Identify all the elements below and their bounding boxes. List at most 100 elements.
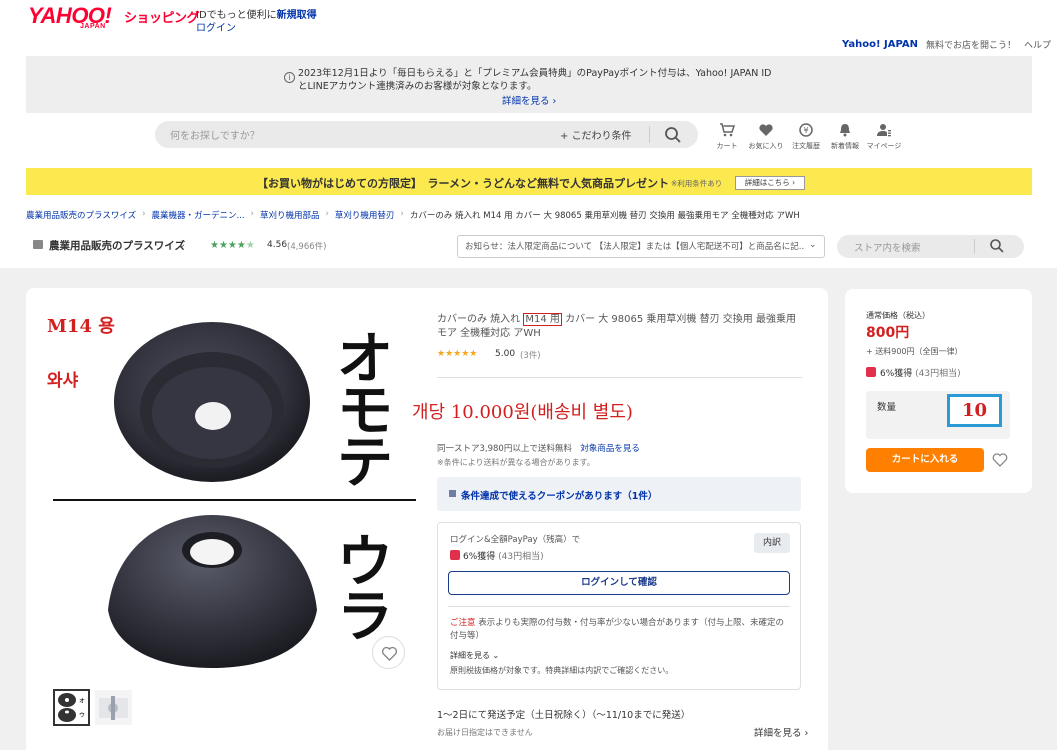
coupon-icon: [449, 490, 456, 497]
search-icon[interactable]: [663, 125, 683, 145]
washer-back-image[interactable]: [105, 510, 320, 670]
washer-front-image[interactable]: [105, 318, 320, 488]
heart-icon: [746, 122, 786, 138]
breadcrumb-item[interactable]: 農業機器・ガーデニン...: [151, 209, 244, 221]
search-divider: [649, 126, 650, 143]
nav-mypage-label: マイページ: [866, 142, 902, 150]
caution-label: ご注意: [450, 618, 476, 628]
shopping-logo[interactable]: ショッピング: [124, 7, 200, 26]
breadcrumb-item[interactable]: 農業用品販売のプラスワイズ: [26, 209, 136, 221]
store-search-divider: [974, 239, 975, 254]
quantity-input[interactable]: 10: [947, 394, 1002, 427]
register-link[interactable]: 新規取得: [277, 10, 317, 21]
chevron-right-icon: ›: [400, 209, 404, 219]
store-search-placeholder: ストア内を検索: [854, 243, 921, 254]
login-link[interactable]: ログイン: [196, 19, 236, 34]
delivery-detail-link[interactable]: 詳細を見る ›: [754, 725, 808, 739]
nav-news[interactable]: 新着情報: [825, 122, 865, 151]
product-title: カバーのみ 焼入れ M14 用 カバー 大 98065 乗用草刈機 替刃 交換用…: [437, 313, 802, 341]
product-title-highlight: M14 用: [523, 313, 562, 326]
chevron-right-icon: ›: [325, 209, 329, 219]
tax-note: 原則税抜価格が対象です。特典詳細は内訳でご確認ください。: [450, 666, 674, 675]
history-icon: ¥: [786, 122, 826, 138]
nav-history[interactable]: ¥ 注文履歴: [786, 122, 826, 151]
product-rating-stars: ★★★★★: [437, 349, 478, 359]
favorite-button[interactable]: [372, 636, 405, 669]
paypay-icon: [450, 550, 460, 560]
user-icon: [864, 122, 904, 138]
cart-icon: [707, 122, 747, 138]
store-review-count[interactable]: (4,966件): [287, 240, 326, 252]
image-label-m14: M14 용: [47, 316, 115, 337]
svg-text:ウ: ウ: [79, 711, 85, 719]
promo-detail-label: 詳細はこちら: [744, 178, 790, 187]
nav-favorites-label: お気に入り: [748, 142, 784, 150]
image-label-front-3: テ: [337, 431, 393, 496]
paypay-points-pct: 6%獲得: [463, 552, 496, 562]
caution-detail-link[interactable]: 詳細を見る ⌄: [450, 650, 499, 661]
breadcrumb-item[interactable]: 草刈り機用替刃: [335, 209, 395, 221]
chevron-down-icon[interactable]: ⌄: [178, 239, 186, 250]
heart-outline-icon[interactable]: [991, 451, 1009, 469]
open-store-link[interactable]: 無料でお店を開こう！: [926, 38, 1016, 51]
breakdown-button[interactable]: 内訳: [754, 533, 790, 553]
eligible-items-link[interactable]: 対象商品を見る: [580, 444, 640, 454]
price-annotation: 개당 10.000원(배송비 별도): [412, 402, 633, 423]
login-confirm-button[interactable]: ログインして確認: [448, 571, 790, 595]
product-title-pre: カバーのみ 焼入れ: [437, 314, 524, 325]
free-shipping-note: 同一ストア3,980円以上で送料無料 対象商品を見る: [437, 442, 640, 454]
price-label: 通常価格（税込）: [866, 311, 930, 320]
search-conditions-button[interactable]: + こだわり条件: [560, 127, 632, 142]
delivery-estimate: 1〜2日にて発送予定（土日祝除く）（〜11/10までに発送）: [437, 710, 691, 721]
store-search-icon[interactable]: [989, 238, 1005, 254]
chevron-right-icon: ›: [250, 209, 254, 219]
top-links: Yahoo! JAPAN 無料でお店を開こう！ ヘルプ: [842, 38, 1051, 51]
caution-text: 表示よりも実際の付与数・付与率が少ない場合があります（付与上限、未確定の付与等）: [450, 618, 785, 641]
info-icon: i: [284, 72, 295, 83]
plus-icon: +: [560, 131, 572, 142]
price: 800円: [866, 325, 910, 341]
add-to-cart-button[interactable]: カートに入れる: [866, 448, 984, 472]
shipping-fee: + 送料900円（全国一律）: [866, 347, 963, 356]
paypay-condition: ログイン&全額PayPay（残高）で: [450, 535, 581, 545]
points-pct: 6%獲得: [880, 369, 913, 379]
store-notice-text: お知らせ：法人限定商品について 【法人限定】または【個人宅配送不可】と商品名に記…: [465, 242, 805, 252]
divider: [437, 377, 802, 378]
promo-detail-button[interactable]: 詳細はこちら ›: [735, 176, 805, 190]
shipping-condition-note: ※条件により送料が異なる場合があります。: [437, 458, 595, 467]
thumbnail-1[interactable]: オウ: [53, 689, 90, 726]
search-placeholder: 何をお探しですか？: [170, 131, 260, 142]
nav-cart-label: カート: [716, 142, 738, 150]
thumbnail-2-image: [99, 696, 128, 720]
bell-icon: [825, 122, 865, 138]
paypay-points: 6%獲得 (43円相当): [463, 549, 544, 562]
caution-note: ご注意 表示よりも実際の付与数・付与率が少ない場合があります（付与上限、未確定の…: [450, 617, 790, 643]
heart-outline-icon: [381, 646, 398, 661]
points-amount: (43円相当): [915, 369, 961, 379]
nav-news-label: 新着情報: [831, 142, 859, 150]
image-label-back-1: ウ: [337, 530, 393, 595]
breadcrumb-item[interactable]: 草刈り機用部品: [260, 209, 320, 221]
svg-text:¥: ¥: [803, 126, 808, 135]
notice-detail-label: 詳細を見る: [502, 96, 550, 107]
free-shipping-text: 同一ストア3,980円以上で送料無料: [437, 444, 572, 454]
yahoo-japan-link[interactable]: Yahoo! JAPAN: [842, 39, 918, 50]
search-conditions-label: こだわり条件: [571, 131, 632, 142]
breadcrumb-current: カバーのみ 焼入れ M14 用 カバー 大 98065 乗用草刈機 替刃 交換用…: [409, 211, 800, 221]
store-name[interactable]: 農業用品販売のプラスワイズ: [49, 238, 185, 253]
store-rating-stars: ★★★★★: [210, 240, 255, 251]
notice-detail-link[interactable]: 詳細を見る ›: [502, 93, 556, 107]
divider: [448, 606, 790, 607]
nav-favorites[interactable]: お気に入り: [746, 122, 786, 151]
thumbnail-1-image: オウ: [58, 693, 86, 722]
paypay-icon: [866, 367, 876, 377]
quantity-label: 数量: [877, 402, 897, 413]
promo-text: 【お買い物がはじめての方限定】 ラーメン・うどんなど無料で人気商品プレゼント: [257, 177, 670, 190]
nav-mypage[interactable]: マイページ: [864, 122, 904, 151]
product-review-count[interactable]: (3件): [520, 349, 541, 361]
chevron-down-icon: ⌄: [809, 240, 817, 250]
chevron-right-icon: ›: [142, 209, 146, 219]
nav-cart[interactable]: カート: [707, 122, 747, 151]
thumbnail-2[interactable]: [95, 690, 132, 725]
help-link[interactable]: ヘルプ: [1024, 38, 1051, 51]
